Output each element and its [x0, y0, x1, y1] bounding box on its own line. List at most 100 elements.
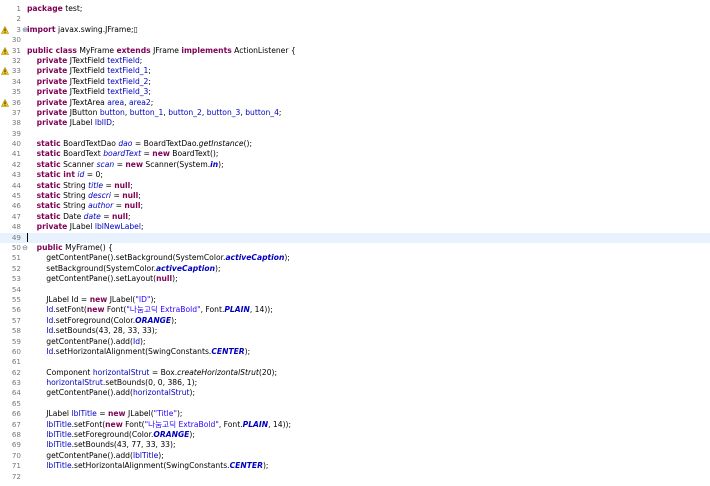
code-token: .setForeground(Color. [53, 315, 136, 325]
code-token-kw: private [36, 222, 68, 232]
code-token: ); [172, 274, 178, 284]
code-line[interactable]: 62 Component horizontalStrut = Box.creat… [0, 368, 710, 378]
code-token: ); [284, 253, 290, 263]
code-line[interactable]: 38 private JLabel lblID; [0, 118, 710, 128]
line-number: 49 [11, 232, 21, 242]
code-token-str: "ID" [135, 294, 151, 304]
code-line[interactable]: 3 ⊕ import javax.swing.JFrame;▯ [0, 25, 710, 35]
code-token: getContentPane().setLayout( [27, 274, 157, 284]
code-token: test; [62, 4, 83, 13]
code-line[interactable]: 59 getContentPane().add(Id); [0, 337, 710, 347]
code-token-fld: lblTitle [132, 450, 159, 460]
code-token: , Font. [218, 419, 243, 429]
code-line[interactable]: 37 private JButton button, button_1, but… [0, 108, 710, 118]
code-token-sconst: activeCaption [156, 263, 215, 273]
code-token: String [60, 191, 89, 201]
code-line[interactable]: 50 ⊖ public MyFrame() { [0, 243, 710, 253]
code-line[interactable]: 69 lblTitle.setBounds(43, 77, 33, 33); [0, 440, 710, 450]
code-token: BoardText(); [169, 149, 219, 159]
code-line[interactable]: 42 static Scanner scan = new Scanner(Sys… [0, 160, 710, 170]
code-line[interactable]: 46 static String author = null; [0, 201, 710, 211]
code-line[interactable]: 30 [0, 35, 710, 45]
code-token-fld: textField [107, 55, 140, 65]
code-line[interactable]: 55 JLabel Id = new JLabel("ID"); [0, 295, 710, 305]
code-token-sfld: author [88, 201, 114, 211]
code-token-fld: textField_3 [107, 87, 149, 97]
code-line[interactable]: 45 static String descri = null; [0, 191, 710, 201]
code-token: ); [171, 315, 177, 325]
code-line[interactable]: 2 [0, 14, 710, 24]
code-line[interactable]: 32 private JTextField textField; [0, 56, 710, 66]
code-line[interactable]: 56 Id.setFont(new Font("나눔고딕 ExtraBold",… [0, 305, 710, 315]
code-line[interactable]: 1 package test; [0, 4, 710, 14]
code-line[interactable]: 41 static BoardText boardText = new Boar… [0, 149, 710, 159]
code-line[interactable]: 68 lblTitle.setForeground(Color.ORANGE); [0, 430, 710, 440]
code-line[interactable]: 72 [0, 472, 710, 482]
code-token-kw: private [36, 87, 68, 97]
line-number: 36 [11, 97, 21, 107]
code-token-sconst: CENTER [229, 461, 263, 471]
code-line[interactable]: 51 getContentPane().setBackground(System… [0, 253, 710, 263]
code-text: import javax.swing.JFrame;▯ [27, 25, 138, 35]
code-token: JTextField [67, 66, 108, 76]
line-number: 59 [11, 336, 21, 346]
code-line[interactable]: 71 lblTitle.setHorizontalAlignment(Swing… [0, 461, 710, 471]
code-token: ; [150, 97, 154, 107]
code-token: ; [278, 107, 282, 117]
code-line[interactable]: 67 lblTitle.setFont(new Font("나눔고딕 Extra… [0, 420, 710, 430]
text-caret [27, 233, 28, 243]
code-line[interactable]: 40 static BoardTextDao dao = BoardTextDa… [0, 139, 710, 149]
code-line[interactable]: 36 private JTextArea area, area2; [0, 98, 710, 108]
code-line[interactable]: 63 horizontalStrut.setBounds(0, 0, 386, … [0, 378, 710, 388]
code-line[interactable]: 35 private JTextField textField_3; [0, 87, 710, 97]
code-line[interactable]: 44 static String title = null; [0, 181, 710, 191]
line-number: 38 [11, 118, 21, 128]
code-line[interactable]: 66 JLabel lblTitle = new JLabel("Title")… [0, 409, 710, 419]
line-number: 68 [11, 430, 21, 440]
code-token-kw: static int [36, 170, 75, 180]
code-token-kw: static [36, 159, 61, 169]
code-line[interactable]: 60 Id.setHorizontalAlignment(SwingConsta… [0, 347, 710, 357]
code-token: .setFont( [53, 305, 87, 315]
code-token-ph: ▯ [133, 24, 138, 34]
code-line[interactable]: 47 static Date date = null; [0, 212, 710, 222]
code-line[interactable]: 54 [0, 285, 710, 295]
code-token-fld: button_1 [129, 107, 164, 117]
code-line[interactable]: 49 [0, 232, 710, 243]
code-line[interactable]: 61 [0, 357, 710, 367]
code-token: JTextArea [67, 97, 108, 107]
code-line[interactable]: 65 [0, 399, 710, 409]
code-line[interactable]: 33 private JTextField textField_1; [0, 66, 710, 76]
code-token: Scanner(System. [142, 159, 211, 169]
code-token: , 14)); [249, 305, 273, 315]
code-line[interactable]: 39 [0, 129, 710, 139]
code-text [27, 233, 28, 243]
code-line[interactable]: 48 private JLabel lblNewLabel; [0, 222, 710, 232]
code-text: static BoardText boardText = new BoardTe… [27, 149, 219, 159]
code-token-fld: button_4 [245, 107, 279, 117]
code-token-sfld: boardText [103, 149, 142, 159]
code-token-fld: lblTitle [46, 461, 72, 471]
code-editor[interactable]: 1 package test; 2 3 ⊕ import javax.swing.JFra… [0, 0, 710, 486]
code-line[interactable]: 52 setBackground(SystemColor.activeCapti… [0, 264, 710, 274]
code-line[interactable]: 64 getContentPane().add(horizontalStrut)… [0, 388, 710, 398]
code-line[interactable]: 53 getContentPane().setLayout(null); [0, 274, 710, 284]
code-token: ActionListener { [231, 45, 296, 55]
code-line[interactable]: 57 Id.setForeground(Color.ORANGE); [0, 316, 710, 326]
code-line[interactable]: 70 getContentPane().add(lblTitle); [0, 451, 710, 461]
code-line[interactable]: 34 private JTextField textField_2; [0, 77, 710, 87]
code-line[interactable]: 58 Id.setBounds(43, 28, 33, 33); [0, 326, 710, 336]
code-token-kw: private [36, 118, 68, 128]
code-text: JLabel lblTitle = new JLabel("Title"); [27, 409, 182, 419]
code-token: ; [130, 180, 133, 190]
code-token: getContentPane().setBackground(SystemCol… [27, 253, 226, 263]
code-line[interactable]: 43 static int id = 0; [0, 170, 710, 180]
code-line[interactable]: 31 public class MyFrame extends JFrame im… [0, 46, 710, 56]
